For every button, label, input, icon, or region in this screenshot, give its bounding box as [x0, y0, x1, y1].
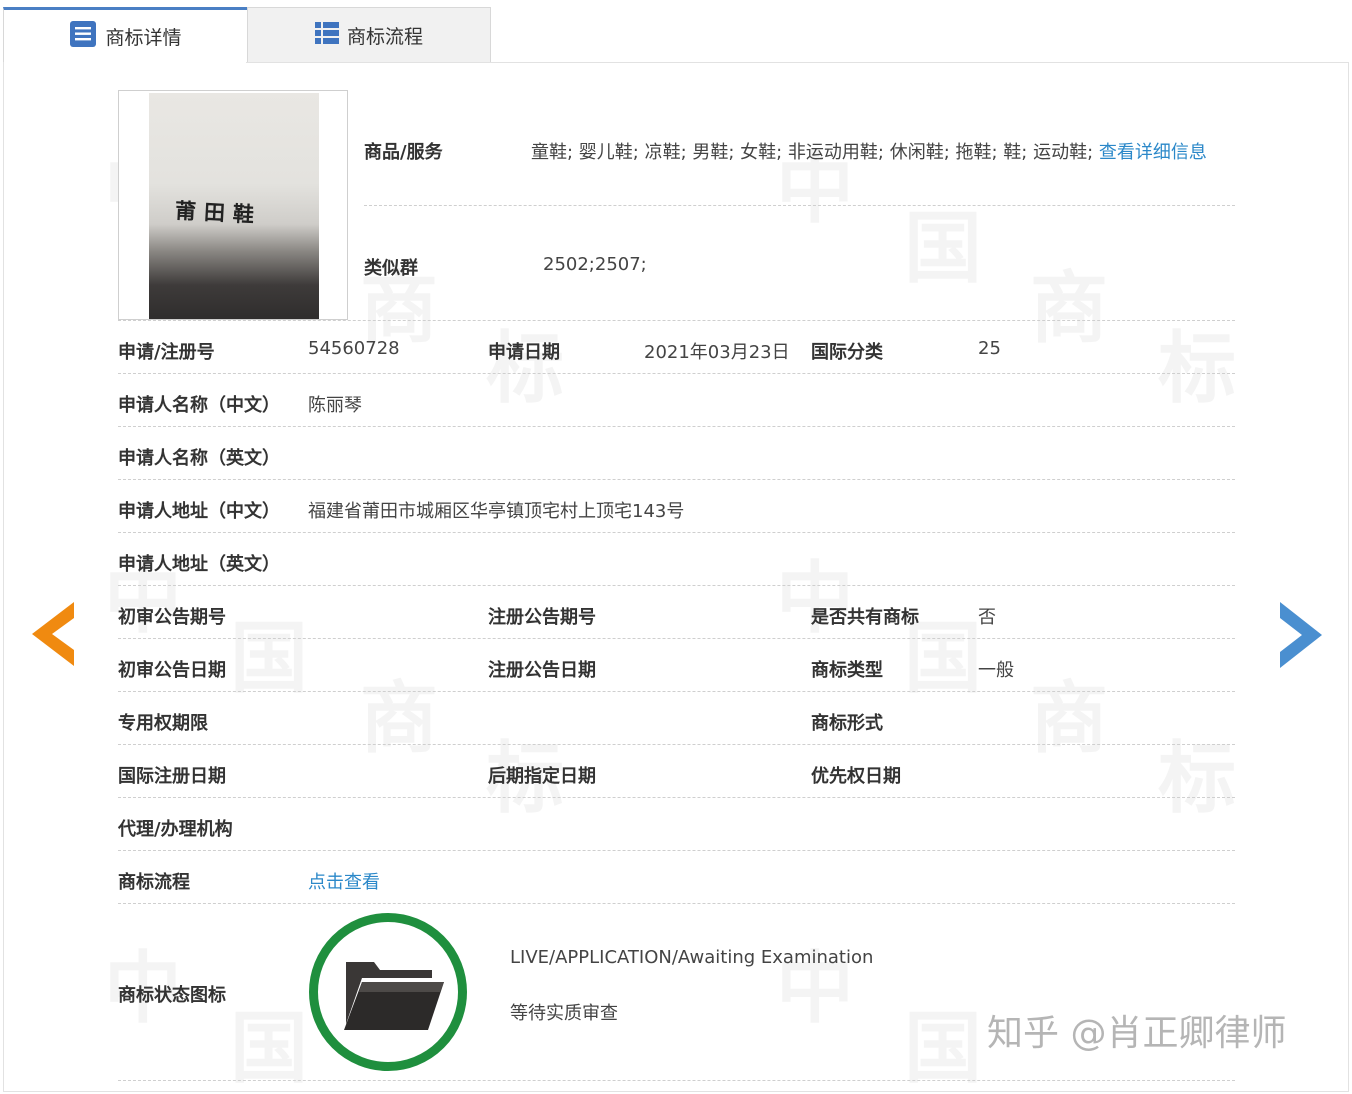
apply-date-label: 申请日期 [488, 342, 560, 363]
tab-trademark-details-label: 商标详情 [105, 26, 182, 49]
divider [118, 320, 1235, 321]
divider [118, 373, 1235, 374]
priority-date-label: 优先权日期 [811, 766, 901, 787]
list-icon [314, 21, 339, 49]
view-flow-link[interactable]: 点击查看 [308, 868, 380, 894]
divider [118, 797, 1235, 798]
next-arrow[interactable] [1278, 600, 1324, 674]
divider [118, 479, 1235, 480]
trademark-photo: 莆田鞋 [149, 93, 319, 319]
status-icon-label: 商标状态图标 [118, 985, 226, 1006]
goods-services-list: 童鞋; 婴儿鞋; 凉鞋; 男鞋; 女鞋; 非运动用鞋; 休闲鞋; 拖鞋; 鞋; … [531, 142, 1094, 163]
reg-no-value: 54560728 [308, 338, 400, 359]
address-cn-value: 福建省莆田市城厢区华亭镇顶宅村上顶宅143号 [308, 501, 685, 522]
agent-label: 代理/办理机构 [118, 819, 233, 840]
divider [118, 532, 1235, 533]
divider [118, 585, 1235, 586]
chevron-left-icon [32, 602, 74, 666]
prev-arrow[interactable] [30, 600, 76, 672]
goods-services-label: 商品/服务 [364, 142, 443, 163]
divider [118, 744, 1235, 745]
divider [118, 691, 1235, 692]
goods-services-value: 童鞋; 婴儿鞋; 凉鞋; 男鞋; 女鞋; 非运动用鞋; 休闲鞋; 拖鞋; 鞋; … [531, 138, 1207, 164]
address-en-label: 申请人地址（英文） [118, 554, 280, 575]
reg-pub-date-label: 注册公告日期 [488, 660, 596, 681]
apply-date-value: 2021年03月23日 [644, 342, 790, 363]
shared-tm-value: 否 [978, 607, 996, 628]
tab-trademark-details[interactable]: 商标详情 [3, 7, 247, 62]
divider [118, 1080, 1235, 1081]
divider [118, 426, 1235, 427]
tm-form-label: 商标形式 [811, 713, 883, 734]
reg-no-label: 申请/注册号 [118, 342, 215, 363]
intl-class-label: 国际分类 [811, 342, 883, 363]
divider [364, 205, 1235, 206]
applicant-cn-label: 申请人名称（中文） [118, 395, 280, 416]
shared-tm-label: 是否共有商标 [811, 607, 919, 628]
tab-trademark-flow[interactable]: 商标流程 [247, 7, 491, 62]
later-designation-date-label: 后期指定日期 [488, 766, 596, 787]
status-ring [309, 913, 467, 1071]
divider [118, 638, 1235, 639]
status-cn: 等待实质审查 [510, 1003, 618, 1024]
divider [118, 850, 1235, 851]
active-tab-joint [4, 61, 246, 64]
prelim-pub-date-label: 初审公告日期 [118, 660, 226, 681]
chevron-right-icon [1280, 602, 1322, 668]
view-details-link[interactable]: 查看详细信息 [1099, 142, 1207, 163]
divider [118, 903, 1235, 904]
tm-type-label: 商标类型 [811, 660, 883, 681]
intl-reg-date-label: 国际注册日期 [118, 766, 226, 787]
tm-flow-label: 商标流程 [118, 872, 190, 893]
exclusive-period-label: 专用权期限 [118, 713, 208, 734]
reg-pub-no-label: 注册公告期号 [488, 607, 596, 628]
applicant-cn-value: 陈丽琴 [308, 395, 362, 416]
trademark-image: 莆田鞋 [118, 90, 348, 320]
tab-trademark-flow-label: 商标流程 [346, 25, 423, 48]
prelim-pub-no-label: 初审公告期号 [118, 607, 226, 628]
tab-bar: 商标详情 商标流程 [3, 7, 491, 63]
list-doc-icon [69, 20, 97, 53]
status-en: LIVE/APPLICATION/Awaiting Examination [510, 947, 874, 968]
folder-open-icon [344, 962, 444, 1030]
similar-group-label: 类似群 [364, 258, 418, 279]
address-cn-label: 申请人地址（中文） [118, 501, 280, 522]
intl-class-value: 25 [978, 338, 1001, 359]
source-credit: 知乎 @肖正卿律师 [987, 1013, 1287, 1054]
similar-group-value: 2502;2507; [543, 254, 647, 275]
trademark-mark-text: 莆田鞋 [174, 197, 263, 228]
tm-type-value: 一般 [978, 660, 1014, 681]
applicant-en-label: 申请人名称（英文） [118, 448, 280, 469]
